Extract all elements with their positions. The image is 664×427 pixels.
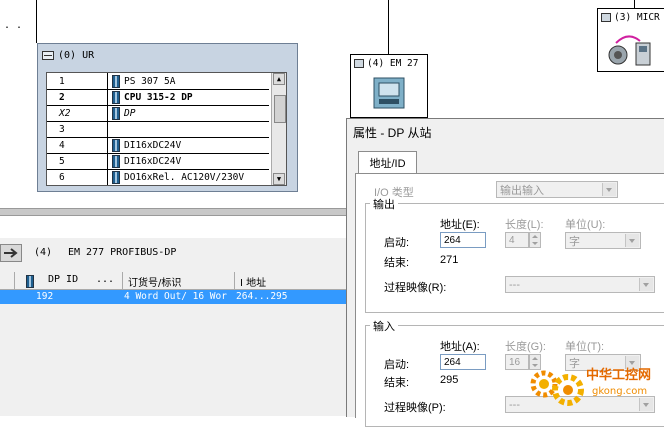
rack-row[interactable]: 6 DO16xRel. AC120V/230V [47,169,269,185]
rack-table: 1 PS 307 5A 2 CPU 315-2 DP X2 DP 3 4 DI1… [46,72,287,186]
slot-number: 3 [59,123,65,135]
module-icon [112,154,120,168]
slot-number: 1 [59,75,65,87]
output-length-input[interactable]: 4 [505,232,529,248]
module-icon [112,74,120,88]
rack-row[interactable]: 1 PS 307 5A [47,73,269,90]
module-name: CPU 315-2 DP [124,91,193,103]
slave-icon [601,13,611,22]
chevron-down-icon [625,234,639,247]
arrow-right-icon [4,248,18,258]
rack-row[interactable]: 3 [47,121,269,138]
output-process-image-select[interactable]: --- [505,276,655,293]
cell-dp-id: 192 [36,291,54,302]
input-end-label: 结束: [384,377,410,389]
micromaster-node-title: (3) MICR [614,12,660,23]
col-order-number[interactable]: 订货号/标识 [128,274,181,289]
chevron-down-icon [639,278,653,291]
output-unit-select[interactable]: 字 [565,232,641,249]
rack-title-bar: (0) UR [42,48,94,62]
io-type-select[interactable]: 输出输入 [496,181,618,198]
output-unit-label: 单位(U): [565,219,606,231]
input-group-title: 输入 [370,318,398,334]
output-start-label: 启动: [384,237,410,249]
module-name: DI16xDC24V [124,139,182,151]
rack-row[interactable]: 4 DI16xDC24V [47,137,269,154]
output-end-value: 271 [440,254,459,266]
output-length-spinner[interactable] [529,232,541,248]
cell-order-number: 4 Word Out/ 16 Wor [124,291,227,302]
station-name: EM 277 PROFIBUS-DP [68,247,177,258]
slot-number: 2 [59,91,65,103]
slot-number: X2 [59,107,71,119]
input-start-label: 启动: [384,359,410,371]
drive-icon [608,35,651,66]
scroll-thumb[interactable] [274,95,286,123]
module-icon [112,90,120,104]
input-start-input[interactable]: 264 [440,354,486,370]
micromaster-node-title-bar: (3) MICR [601,12,660,23]
em277-node-title: (4) EM 27 [367,58,419,69]
ellipsis-text: . . [4,20,23,31]
col-dots[interactable]: ... [96,274,114,285]
network-line [388,0,389,54]
watermark: 中华工控网 gkong.com [528,362,662,412]
input-address-label: 地址(A): [440,341,480,353]
output-end-label: 结束: [384,257,410,269]
module-icon [112,138,120,152]
watermark-text: 中华工控网 [586,368,652,383]
output-start-input[interactable]: 264 [440,232,486,248]
rack-title: (0) UR [58,49,95,61]
input-end-value: 295 [440,374,459,386]
table-row[interactable]: 192 4 Word Out/ 16 Wor 264...295 [0,290,346,304]
module-name: DP [124,107,136,119]
slot-number: 6 [59,171,65,183]
scroll-down-button[interactable]: ▼ [273,173,285,185]
em277-device-icon [373,77,405,109]
output-process-image-label: 过程映像(R): [384,282,447,294]
tab-address-id[interactable]: 地址/ID [358,151,417,174]
network-line [36,0,37,43]
input-length-input[interactable]: 16 [505,354,529,370]
rack-window[interactable]: (0) UR 1 PS 307 5A 2 CPU 315-2 DP X2 DP … [37,43,298,192]
input-unit-label: 单位(T): [565,341,605,353]
input-length-label: 长度(G): [505,341,546,353]
slot-number: 5 [59,155,65,167]
rack-row[interactable]: 2 CPU 315-2 DP [47,89,269,106]
detail-table-header: DP ID ... 订货号/标识 I 地址 [0,272,346,290]
rack-icon [42,50,54,60]
scroll-up-button[interactable]: ▲ [273,73,285,85]
panel-splitter[interactable] [0,208,346,216]
input-process-image-label: 过程映像(P): [384,402,446,414]
output-address-label: 地址(E): [440,219,480,231]
micromaster-node[interactable]: (3) MICR [597,8,664,72]
station-number: (4) [34,247,53,258]
col-dp-id[interactable]: DP ID [48,274,78,285]
output-group-title: 输出 [370,196,398,212]
cell-i-address: 264...295 [236,291,288,302]
em277-node[interactable]: (4) EM 27 [350,54,428,118]
slave-icon [354,59,364,68]
rack-row[interactable]: X2 DP [47,105,269,122]
module-icon [26,275,34,288]
dialog-title: 属性 - DP 从站 [353,126,432,140]
module-icon [112,170,120,184]
output-length-label: 长度(L): [505,219,544,231]
chevron-down-icon [602,183,616,196]
col-i-address[interactable]: I 地址 [240,274,266,289]
rack-scrollbar[interactable]: ▲ ▼ [271,73,286,185]
module-name: DI16xDC24V [124,155,182,167]
module-name: DO16xRel. AC120V/230V [124,171,245,183]
nav-arrow-button[interactable] [0,244,22,262]
rack-row[interactable]: 5 DI16xDC24V [47,153,269,170]
module-icon [112,106,120,120]
gear-logo-icon [530,370,584,406]
watermark-url: gkong.com [592,386,648,397]
em277-node-title-bar: (4) EM 27 [354,58,418,69]
detail-panel: (4) EM 277 PROFIBUS-DP DP ID ... 订货号/标识 … [0,238,346,416]
slot-number: 4 [59,139,65,151]
module-name: PS 307 5A [124,75,176,87]
